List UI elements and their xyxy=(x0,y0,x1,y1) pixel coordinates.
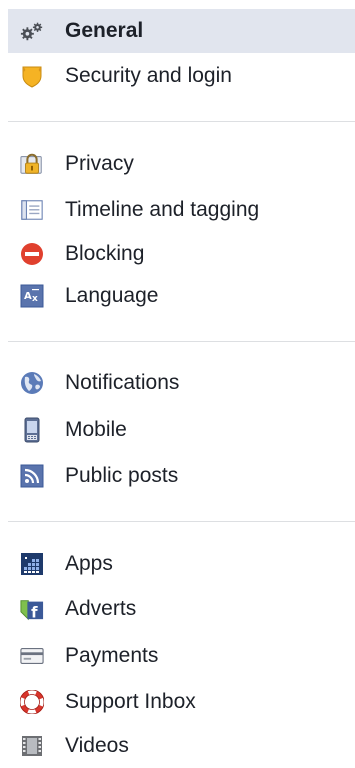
sidebar-item-label: Mobile xyxy=(65,418,127,441)
sidebar-item-apps[interactable]: Apps xyxy=(8,542,355,586)
padlock-icon xyxy=(20,152,44,176)
section-divider xyxy=(8,341,355,342)
language-icon: A x xyxy=(20,284,44,308)
gears-icon xyxy=(20,19,44,43)
sidebar-item-label: Privacy xyxy=(65,152,134,175)
svg-text:x: x xyxy=(32,294,38,304)
apps-icon xyxy=(20,552,44,576)
sidebar-item-support-inbox[interactable]: Support Inbox xyxy=(8,680,355,724)
svg-text:A: A xyxy=(24,291,32,302)
sidebar-item-label: Payments xyxy=(65,644,159,667)
sidebar-item-mobile[interactable]: Mobile xyxy=(8,408,355,452)
film-icon xyxy=(20,734,44,758)
credit-card-icon xyxy=(20,644,44,668)
sidebar-item-label: Apps xyxy=(65,552,113,575)
blocking-icon xyxy=(20,242,44,266)
section-divider xyxy=(8,521,355,522)
lifebuoy-icon xyxy=(20,690,44,714)
sidebar-item-general[interactable]: General xyxy=(8,9,355,53)
sidebar-item-security[interactable]: Security and login xyxy=(8,54,355,98)
sidebar-item-label: Public posts xyxy=(65,464,179,487)
sidebar-item-label: Security and login xyxy=(65,64,232,87)
settings-sidebar: General Security and login Privacy Timel… xyxy=(0,0,355,757)
sidebar-item-label: General xyxy=(65,19,144,42)
shield-icon xyxy=(20,64,44,88)
sidebar-item-videos[interactable]: Videos xyxy=(8,724,355,768)
sidebar-item-privacy[interactable]: Privacy xyxy=(8,142,355,186)
timeline-icon xyxy=(20,198,44,222)
sidebar-item-blocking[interactable]: Blocking xyxy=(8,232,355,276)
sidebar-item-label: Language xyxy=(65,284,159,307)
sidebar-item-payments[interactable]: Payments xyxy=(8,634,355,678)
sidebar-item-timeline[interactable]: Timeline and tagging xyxy=(8,188,355,232)
svg-text:f: f xyxy=(31,604,38,621)
sidebar-item-label: Notifications xyxy=(65,371,180,394)
sidebar-item-language[interactable]: A x Language xyxy=(8,274,355,318)
sidebar-item-label: Support Inbox xyxy=(65,690,196,713)
sidebar-item-label: Videos xyxy=(65,734,129,757)
sidebar-item-label: Blocking xyxy=(65,242,145,265)
sidebar-item-adverts[interactable]: f Adverts xyxy=(8,587,355,631)
phone-icon xyxy=(20,417,44,443)
sidebar-item-label: Adverts xyxy=(65,597,137,620)
rss-icon xyxy=(20,464,44,488)
globe-icon xyxy=(20,371,44,395)
section-divider xyxy=(8,121,355,122)
sidebar-item-notifications[interactable]: Notifications xyxy=(8,361,355,405)
adverts-icon: f xyxy=(20,597,44,621)
sidebar-item-label: Timeline and tagging xyxy=(65,198,260,221)
sidebar-item-public-posts[interactable]: Public posts xyxy=(8,454,355,498)
